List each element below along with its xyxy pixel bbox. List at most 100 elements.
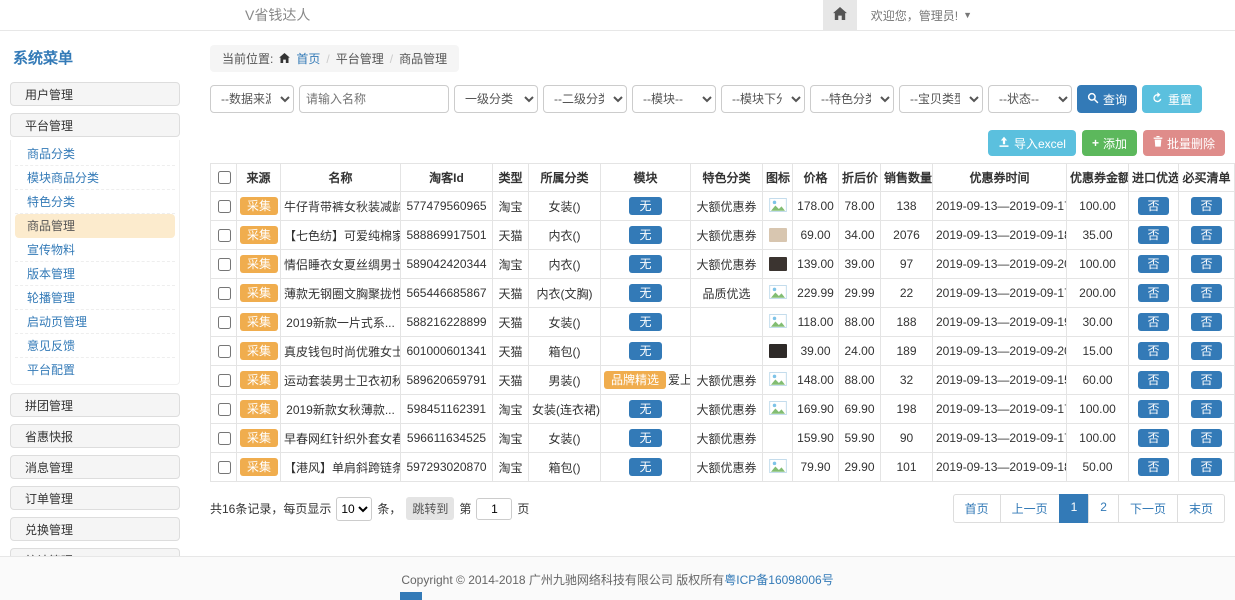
column-header-所属分类: 所属分类 [529,164,601,192]
row-checkbox[interactable] [218,461,231,474]
sidebar-item-商品分类[interactable]: 商品分类 [15,142,175,166]
module-badge: 无 [629,429,661,447]
goods-table: 来源名称淘客Id类型所属分类模块特色分类图标价格折后价销售数量优惠券时间优惠券金… [210,163,1235,482]
taoke-id: 596611634525 [401,424,493,453]
user-menu[interactable]: 欢迎您，管理员! ▼ [857,7,990,24]
filter-select-二级分类[interactable]: --二级分类-- [543,85,627,113]
sidebar-item-版本管理[interactable]: 版本管理 [15,262,175,286]
row-checkbox[interactable] [218,374,231,387]
sidebar-item-模块商品分类[interactable]: 模块商品分类 [15,166,175,190]
must-buy-toggle[interactable]: 否 [1191,255,1221,273]
row-checkbox[interactable] [218,345,231,358]
must-buy-toggle[interactable]: 否 [1191,400,1221,418]
icp-link[interactable]: 粤ICP备16098006号 [724,573,833,587]
import-select-toggle[interactable]: 否 [1138,342,1168,360]
filter-select-宝贝类型[interactable]: --宝贝类型-- [899,85,983,113]
import-excel-button[interactable]: 导入excel [988,130,1076,156]
breadcrumb-home-link[interactable]: 首页 [296,50,320,67]
page-button-下一页[interactable]: 下一页 [1118,494,1178,523]
import-select-toggle[interactable]: 否 [1138,400,1168,418]
sidebar-item-平台配置[interactable]: 平台配置 [15,358,175,382]
table-row: 采集运动套装男士卫衣初秋...589620659791天猫男装()品牌精选爱上运… [211,366,1235,395]
row-checkbox[interactable] [218,287,231,300]
broken-image-icon [769,404,787,418]
filter-select-数据来源[interactable]: --数据来源-- [210,85,294,113]
sidebar-group-统计管理[interactable]: 统计管理 [10,548,180,556]
page-button-2[interactable]: 2 [1088,494,1119,523]
import-select-toggle[interactable]: 否 [1138,371,1168,389]
table-row: 采集真皮钱包时尚优雅女士...601000601341天猫箱包()无39.002… [211,337,1235,366]
sidebar-group-省惠快报[interactable]: 省惠快报 [10,424,180,448]
goods-name: 薄款无钢圈文胸聚拢性... [281,279,401,308]
row-checkbox[interactable] [218,258,231,271]
batch-delete-button[interactable]: 批量删除 [1143,130,1225,156]
import-select-toggle[interactable]: 否 [1138,458,1168,476]
import-select-toggle[interactable]: 否 [1138,284,1168,302]
must-buy-toggle[interactable]: 否 [1191,197,1221,215]
filter-select-一级分类[interactable]: 一级分类 [454,85,538,113]
row-checkbox[interactable] [218,432,231,445]
row-checkbox[interactable] [218,316,231,329]
column-header-名称: 名称 [281,164,401,192]
must-buy-toggle-cell: 否 [1179,279,1235,308]
sales-count: 101 [881,453,933,482]
filter-select-模块下分类[interactable]: --模块下分类-- [721,85,805,113]
sidebar-group-用户管理[interactable]: 用户管理 [10,82,180,106]
sidebar-group-兑换管理[interactable]: 兑换管理 [10,517,180,541]
sidebar-groups: 用户管理平台管理商品分类模块商品分类特色分类商品管理宣传物料版本管理轮播管理启动… [10,82,180,556]
row-checkbox[interactable] [218,229,231,242]
filter-select-模块[interactable]: --模块-- [632,85,716,113]
jump-page-input[interactable] [476,498,512,520]
coupon-amount: 60.00 [1067,366,1129,395]
import-select-toggle[interactable]: 否 [1138,197,1168,215]
must-buy-toggle[interactable]: 否 [1191,284,1221,302]
coupon-time: 2019-09-13—2019-09-18 [933,221,1067,250]
name-search-input[interactable] [299,85,449,113]
sidebar-group-平台管理[interactable]: 平台管理 [10,113,180,137]
icon-cell [763,395,793,424]
select-all-checkbox[interactable] [218,171,231,184]
reset-button[interactable]: 重置 [1142,85,1202,113]
page-button-末页[interactable]: 末页 [1177,494,1225,523]
sidebar-group-消息管理[interactable]: 消息管理 [10,455,180,479]
page-button-1[interactable]: 1 [1059,494,1090,523]
row-checkbox[interactable] [218,403,231,416]
must-buy-toggle[interactable]: 否 [1191,342,1221,360]
sidebar-group-订单管理[interactable]: 订单管理 [10,486,180,510]
coupon-amount: 35.00 [1067,221,1129,250]
import-select-toggle[interactable]: 否 [1138,255,1168,273]
must-buy-toggle[interactable]: 否 [1191,458,1221,476]
home-nav-button[interactable] [823,0,857,30]
coupon-time: 2019-09-13—2019-09-20 [933,337,1067,366]
top-navbar: V省钱达人 欢迎您，管理员! ▼ [0,0,1235,31]
broken-image-icon [769,317,787,331]
icon-cell [763,366,793,395]
page-button-首页[interactable]: 首页 [953,494,1001,523]
page-button-上一页[interactable]: 上一页 [1000,494,1060,523]
filter-select-特色分类[interactable]: --特色分类-- [810,85,894,113]
must-buy-toggle[interactable]: 否 [1191,313,1221,331]
row-select-cell [211,192,237,221]
row-checkbox[interactable] [218,200,231,213]
must-buy-toggle[interactable]: 否 [1191,429,1221,447]
sidebar-item-特色分类[interactable]: 特色分类 [15,190,175,214]
price: 229.99 [793,279,839,308]
filter-select-状态[interactable]: --状态-- [988,85,1072,113]
sidebar-item-宣传物料[interactable]: 宣传物料 [15,238,175,262]
must-buy-toggle[interactable]: 否 [1191,226,1221,244]
must-buy-toggle[interactable]: 否 [1191,371,1221,389]
per-page-select[interactable]: 10 [336,497,372,521]
import-select-toggle[interactable]: 否 [1138,313,1168,331]
search-button[interactable]: 查询 [1077,85,1137,113]
goods-name: 2019新款女秋薄款... [281,395,401,424]
sidebar-item-轮播管理[interactable]: 轮播管理 [15,286,175,310]
sidebar-group-拼团管理[interactable]: 拼团管理 [10,393,180,417]
sidebar-item-意见反馈[interactable]: 意见反馈 [15,334,175,358]
import-select-toggle[interactable]: 否 [1138,429,1168,447]
jump-button[interactable]: 跳转到 [406,497,454,520]
import-select-toggle[interactable]: 否 [1138,226,1168,244]
row-select-cell [211,337,237,366]
add-button[interactable]: + 添加 [1082,130,1137,156]
sidebar-item-启动页管理[interactable]: 启动页管理 [15,310,175,334]
sidebar-item-商品管理[interactable]: 商品管理 [15,214,175,238]
